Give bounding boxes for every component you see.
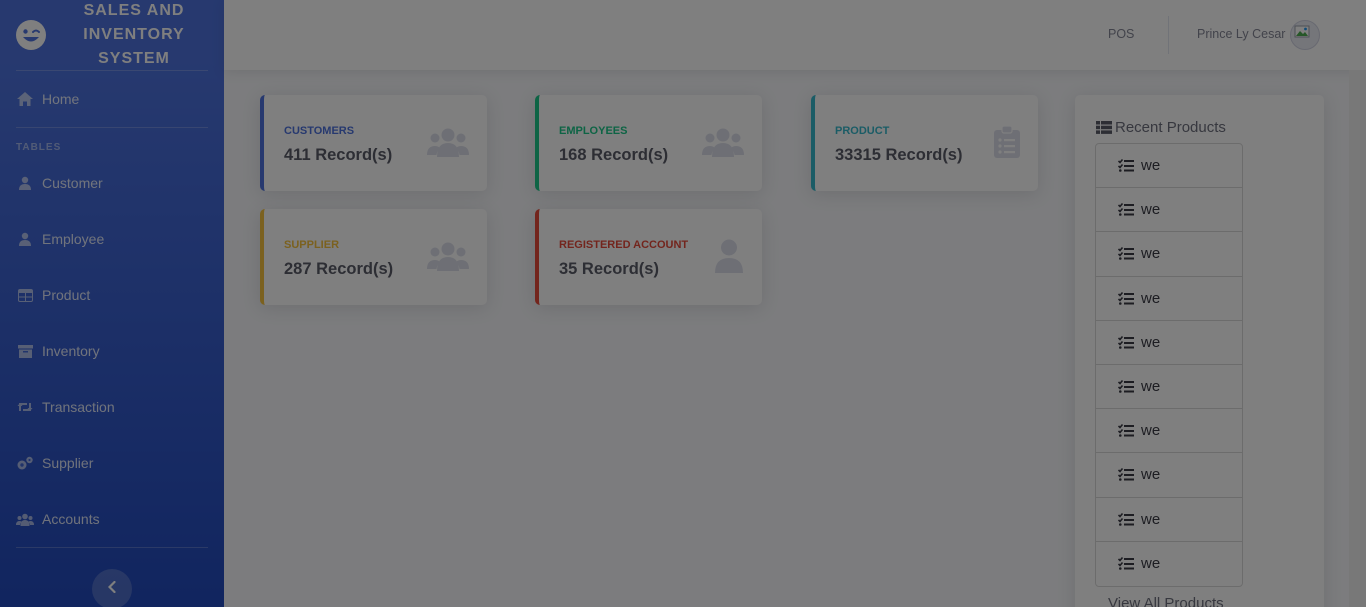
modal-backdrop[interactable] <box>0 0 1366 607</box>
